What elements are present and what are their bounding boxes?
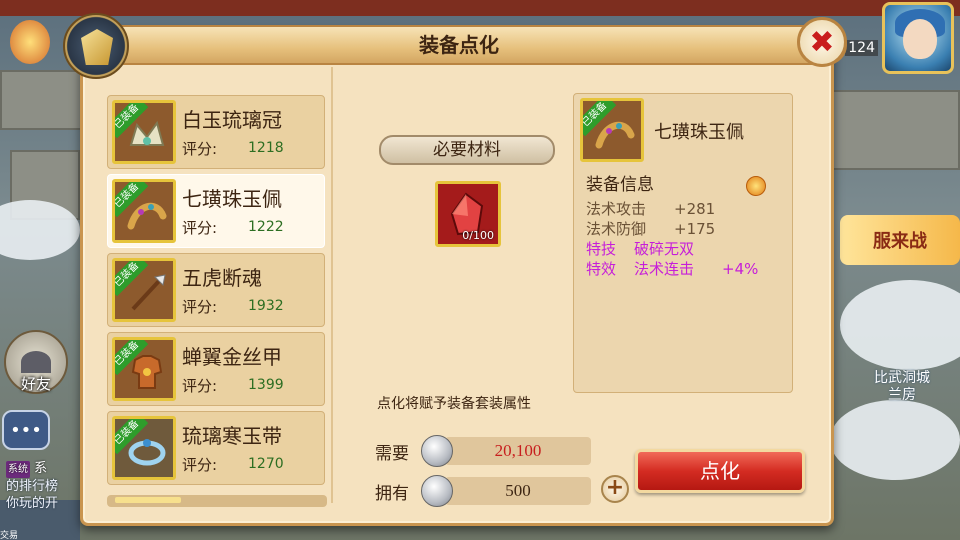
attribute-value: +281 [674, 200, 716, 218]
attribute-key: 特技 [586, 240, 617, 258]
cost-need-label: 需要 [375, 444, 409, 464]
equipment-item[interactable]: 已装备 五虎断魂 评分: 1932 [107, 253, 325, 327]
item-name: 白玉琉璃冠 [182, 108, 282, 132]
player-avatar[interactable] [882, 2, 954, 74]
dialog-title: 装备点化 [419, 33, 499, 57]
silver-coin-icon [421, 435, 453, 467]
left-hud: 好友 ••• 系统 系 的排行榜 你玩的开 交易 [0, 0, 80, 540]
attribute-key: 法术攻击 [586, 200, 647, 218]
chat-line: 的排行榜 [6, 479, 59, 494]
equipment-item[interactable]: 已装备 白玉琉璃冠 评分: 1218 [107, 95, 325, 169]
friend-button[interactable]: 好友 [4, 330, 68, 394]
chat-feed: 系统 系 的排行榜 你玩的开 [6, 460, 86, 512]
cost-need-row: 需要 20,100 [375, 435, 591, 467]
detail-item-slot: 已装备 [580, 98, 644, 162]
equipment-list[interactable]: 已装备 白玉琉璃冠 评分: 1218 已装备 七璜珠玉佩 评分: 1222 已装… [107, 95, 325, 495]
close-button[interactable]: ✖ [797, 17, 847, 67]
friend-icon [21, 351, 51, 373]
silver-coin-icon [421, 475, 453, 507]
item-score: 1222 [248, 219, 284, 235]
material-slot[interactable]: 0/100 [435, 181, 501, 247]
item-slot: 已装备 [112, 416, 176, 480]
dialog-title-bar: 装备点化 [71, 25, 847, 65]
refine-note: 点化将赋予装备套装属性 [377, 396, 531, 412]
trade-label[interactable]: 交易 [0, 528, 18, 540]
item-score: 1218 [248, 140, 284, 156]
equipment-item-selected[interactable]: 已装备 七璜珠玉佩 评分: 1222 [107, 174, 325, 248]
friend-label: 好友 [20, 375, 51, 393]
list-scrollbar[interactable] [107, 495, 327, 507]
attribute-extra: +4% [722, 260, 759, 278]
item-slot: 已装备 [112, 258, 176, 322]
refine-dialog: 装备点化 ✖ 已装备 白玉琉璃冠 评分: 1218 已装备 七璜珠玉佩 评分: … [63, 13, 847, 526]
equipment-item[interactable]: 已装备 琉璃寒玉带 评分: 1270 [107, 411, 325, 485]
item-score: 1932 [248, 298, 284, 314]
chat-line: 你玩的开 [6, 496, 59, 511]
level-badge: 124 [845, 40, 878, 56]
chat-channel-tag: 系统 [6, 461, 30, 478]
attribute-value: +175 [674, 220, 716, 238]
chat-button[interactable]: ••• [2, 410, 50, 450]
attribute-value: 法术连击 [634, 260, 695, 278]
item-score-label: 评分: [182, 377, 218, 395]
item-name: 五虎断魂 [182, 266, 262, 290]
item-name: 琉璃寒玉带 [182, 424, 282, 448]
item-score-label: 评分: [182, 456, 218, 474]
attribute-key: 法术防御 [586, 220, 647, 238]
cost-have-label: 拥有 [375, 484, 409, 504]
cost-need-value: 20,100 [445, 437, 591, 465]
chat-line: 系 [34, 461, 48, 476]
attribute-line: 特效 法术连击 +4% [586, 258, 758, 279]
attribute-line: 法术攻击 +281 [586, 198, 715, 219]
refine-button[interactable]: 点化 [635, 449, 805, 493]
city-label[interactable]: 比武洞城 兰房 [874, 370, 930, 404]
item-slot: 已装备 [112, 337, 176, 401]
avatar-face [903, 19, 937, 59]
material-count: 0/100 [462, 229, 494, 242]
event-icon[interactable] [10, 20, 50, 64]
refine-badge-icon [746, 176, 766, 196]
equipment-detail-panel: 已装备 七璜珠玉佩 装备信息 法术攻击 +281 法术防御 +175 特技 破碎无双 … [573, 93, 793, 393]
server-battle-banner[interactable]: 服来战 [840, 215, 960, 265]
item-name: 七璜珠玉佩 [182, 187, 282, 211]
attribute-line: 特技 破碎无双 [586, 238, 694, 259]
item-slot: 已装备 [112, 100, 176, 164]
detail-item-name: 七璜珠玉佩 [654, 122, 744, 143]
equipment-list-panel: 已装备 白玉琉璃冠 评分: 1218 已装备 七璜珠玉佩 评分: 1222 已装… [101, 67, 333, 507]
item-slot: 已装备 [112, 179, 176, 243]
cost-have-row: 拥有 500 [375, 475, 591, 507]
city-label-text: 比武洞城 兰房 [874, 370, 930, 403]
item-name: 蝉翼金丝甲 [182, 345, 282, 369]
equipment-item[interactable]: 已装备 蝉翼金丝甲 评分: 1399 [107, 332, 325, 406]
chat-bubble-icon: ••• [10, 419, 42, 441]
required-materials-banner: 必要材料 [379, 135, 555, 165]
item-score: 1399 [248, 377, 284, 393]
attribute-line: 法术防御 +175 [586, 218, 715, 239]
item-score-label: 评分: [182, 219, 218, 237]
attribute-key: 特效 [586, 260, 617, 278]
item-score-label: 评分: [182, 140, 218, 158]
add-currency-button[interactable]: + [601, 475, 629, 503]
cost-have-value: 500 [445, 477, 591, 505]
item-score: 1270 [248, 456, 284, 472]
item-score-label: 评分: [182, 298, 218, 316]
right-hud: 124 服来战 比武洞城 兰房 [830, 0, 960, 540]
close-icon: ✖ [809, 24, 835, 60]
attribute-value: 破碎无双 [634, 240, 695, 258]
detail-section-title: 装备信息 [586, 175, 654, 195]
